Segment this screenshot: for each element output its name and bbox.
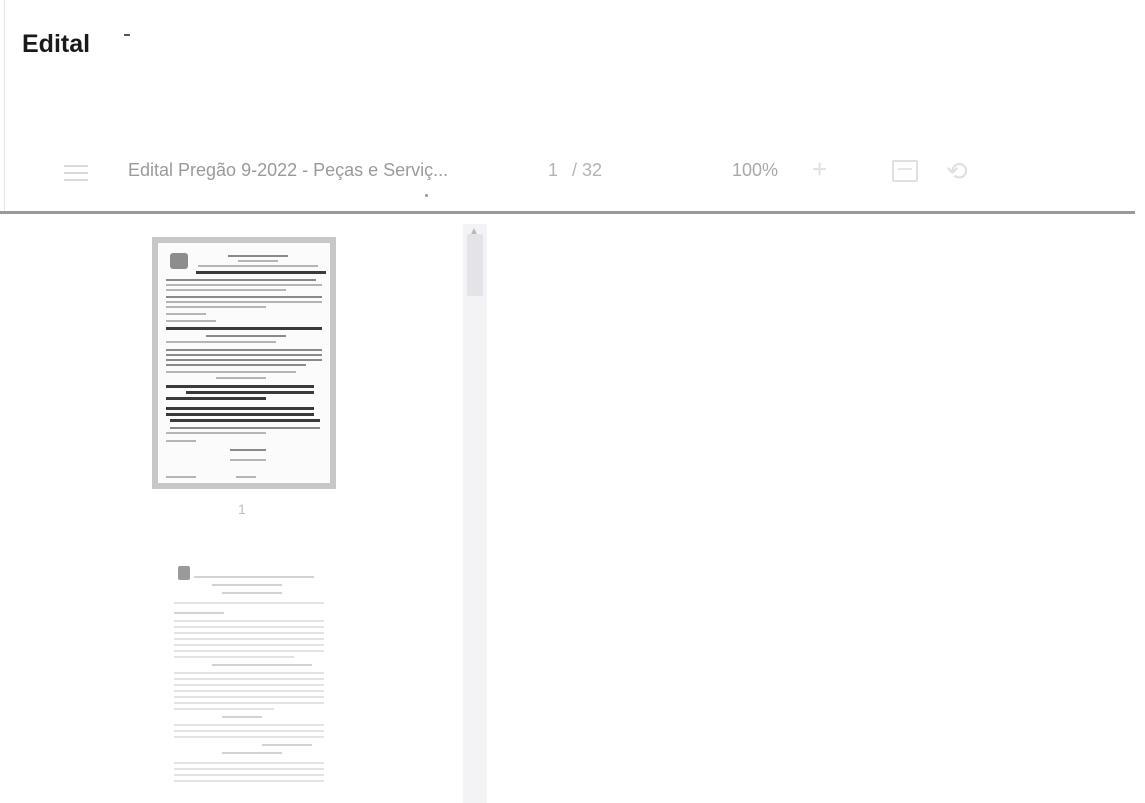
thumbnail-sheet xyxy=(158,243,330,483)
fit-page-icon[interactable] xyxy=(892,160,918,182)
scrollbar-thumb[interactable] xyxy=(467,234,483,296)
page-thumbnail-1[interactable] xyxy=(152,237,336,489)
page-thumbnail-2[interactable] xyxy=(172,566,328,796)
crest-icon xyxy=(170,253,188,269)
zoom-level[interactable]: 100% xyxy=(732,160,778,181)
sidebar-scrollbar[interactable]: ▲ xyxy=(463,224,487,803)
menu-icon[interactable] xyxy=(64,165,88,181)
page-total: / 32 xyxy=(572,160,603,180)
thumbnail-label-1: 1 xyxy=(238,501,246,517)
thumbnail-sidebar: 1 ▲ xyxy=(0,214,488,803)
crest-icon xyxy=(178,566,190,580)
page-number-input[interactable]: 1 xyxy=(548,160,558,181)
document-page-view xyxy=(488,214,1135,803)
zoom-in-icon[interactable]: + xyxy=(812,154,827,185)
page-heading: Edital xyxy=(22,30,91,58)
rotate-icon[interactable]: ⟲ xyxy=(946,156,968,187)
toolbar-dot xyxy=(425,194,428,197)
heading-mark xyxy=(124,34,130,36)
document-title: Edital Pregão 9-2022 - Peças e Serviç... xyxy=(128,160,449,180)
pdf-viewer-toolbar: Edital Pregão 9-2022 - Peças e Serviç...… xyxy=(0,140,1145,210)
